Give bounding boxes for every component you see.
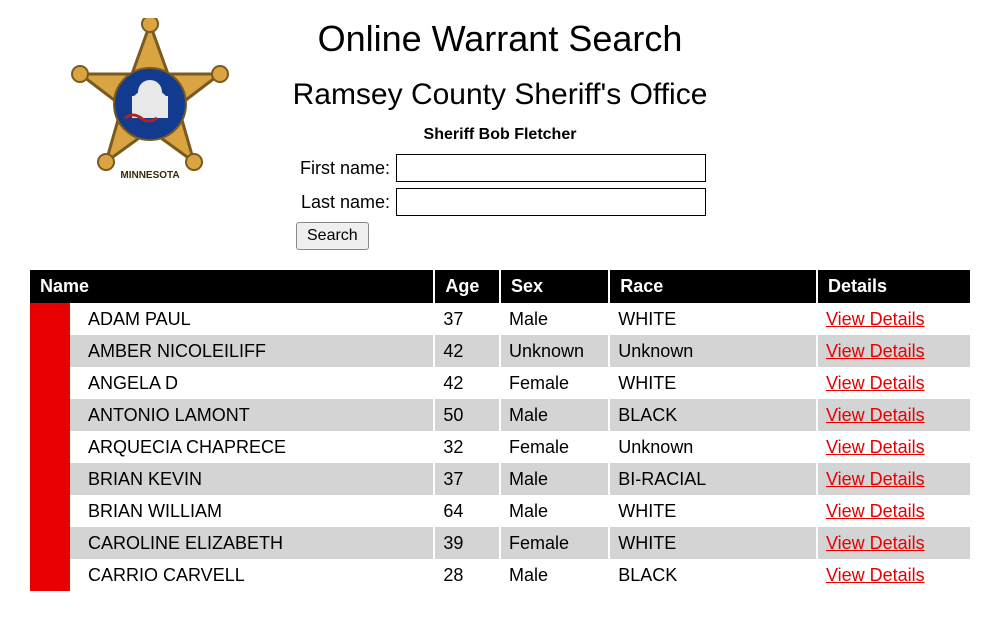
cell-race: BLACK xyxy=(609,399,817,431)
cell-race: WHITE xyxy=(609,303,817,335)
cell-sex: Female xyxy=(500,431,609,463)
cell-name: BRIAN WILLIAM xyxy=(30,495,434,527)
cell-sex: Female xyxy=(500,367,609,399)
name-text: BRIAN WILLIAM xyxy=(88,501,222,522)
redaction-block xyxy=(30,399,70,431)
redaction-block xyxy=(30,335,70,367)
col-header-name: Name xyxy=(30,270,434,303)
cell-race: Unknown xyxy=(609,431,817,463)
redaction-block xyxy=(30,303,70,335)
sheriff-badge-logo: MINNESOTA xyxy=(70,18,230,198)
cell-details: View Details xyxy=(817,335,970,367)
cell-race: Unknown xyxy=(609,335,817,367)
last-name-label: Last name: xyxy=(210,192,396,213)
cell-age: 32 xyxy=(434,431,500,463)
name-text: BRIAN KEVIN xyxy=(88,469,202,490)
cell-details: View Details xyxy=(817,559,970,591)
col-header-age: Age xyxy=(434,270,500,303)
view-details-link[interactable]: View Details xyxy=(826,437,925,457)
col-header-details: Details xyxy=(817,270,970,303)
col-header-race: Race xyxy=(609,270,817,303)
cell-age: 42 xyxy=(434,367,500,399)
cell-sex: Male xyxy=(500,303,609,335)
name-text: CAROLINE ELIZABETH xyxy=(88,533,283,554)
cell-age: 39 xyxy=(434,527,500,559)
table-row: ARQUECIA CHAPRECE 32FemaleUnknown View Det… xyxy=(30,431,970,463)
badge-state-text: MINNESOTA xyxy=(120,170,179,181)
cell-details: View Details xyxy=(817,431,970,463)
cell-age: 50 xyxy=(434,399,500,431)
redaction-block xyxy=(30,527,70,559)
name-text: ANGELA D xyxy=(88,373,178,394)
table-row: ANGELA D 42FemaleWHITE View Details xyxy=(30,367,970,399)
table-row: BRIAN WILLIAM 64MaleWHITE View Details xyxy=(30,495,970,527)
table-row: ADAM PAUL 37MaleWHITE View Details xyxy=(30,303,970,335)
view-details-link[interactable]: View Details xyxy=(826,501,925,521)
cell-details: View Details xyxy=(817,303,970,335)
cell-sex: Female xyxy=(500,527,609,559)
redaction-block xyxy=(30,495,70,527)
results-table: Name Age Sex Race Details ADAM PAUL37Mal… xyxy=(30,270,970,591)
first-name-input[interactable] xyxy=(396,154,706,182)
table-row: CARRIO CARVELL 28MaleBLACK View Details xyxy=(30,559,970,591)
cell-details: View Details xyxy=(817,463,970,495)
cell-name: CAROLINE ELIZABETH xyxy=(30,527,434,559)
table-row: BRIAN KEVIN 37MaleBI-RACIAL View Details xyxy=(30,463,970,495)
redaction-block xyxy=(30,367,70,399)
cell-age: 28 xyxy=(434,559,500,591)
table-row: AMBER NICOLEILIFF42UnknownUnknownView De… xyxy=(30,335,970,367)
view-details-link[interactable]: View Details xyxy=(826,469,925,489)
cell-details: View Details xyxy=(817,399,970,431)
cell-name: CARRIO CARVELL xyxy=(30,559,434,591)
name-text: CARRIO CARVELL xyxy=(88,565,245,586)
cell-name: BRIAN KEVIN xyxy=(30,463,434,495)
cell-race: WHITE xyxy=(609,527,817,559)
redaction-block xyxy=(30,431,70,463)
view-details-link[interactable]: View Details xyxy=(826,309,925,329)
cell-sex: Unknown xyxy=(500,335,609,367)
name-text: ARQUECIA CHAPRECE xyxy=(88,437,286,458)
view-details-link[interactable]: View Details xyxy=(826,405,925,425)
cell-race: WHITE xyxy=(609,495,817,527)
cell-age: 64 xyxy=(434,495,500,527)
view-details-link[interactable]: View Details xyxy=(826,565,925,585)
cell-sex: Male xyxy=(500,559,609,591)
cell-details: View Details xyxy=(817,495,970,527)
search-button[interactable]: Search xyxy=(296,222,369,250)
first-name-label: First name: xyxy=(210,158,396,179)
redaction-block xyxy=(30,559,70,591)
cell-age: 42 xyxy=(434,335,500,367)
cell-sex: Male xyxy=(500,463,609,495)
table-row: ANTONIO LAMONT 50MaleBLACK View Details xyxy=(30,399,970,431)
view-details-link[interactable]: View Details xyxy=(826,341,925,361)
cell-name: AMBER NICOLEILIFF xyxy=(30,335,434,367)
cell-details: View Details xyxy=(817,527,970,559)
cell-sex: Male xyxy=(500,399,609,431)
view-details-link[interactable]: View Details xyxy=(826,373,925,393)
view-details-link[interactable]: View Details xyxy=(826,533,925,553)
name-text: AMBER NICOLEILIFF xyxy=(88,341,266,362)
cell-race: BI-RACIAL xyxy=(609,463,817,495)
cell-age: 37 xyxy=(434,303,500,335)
col-header-sex: Sex xyxy=(500,270,609,303)
table-row: CAROLINE ELIZABETH 39FemaleWHITE View Deta… xyxy=(30,527,970,559)
cell-name: ARQUECIA CHAPRECE xyxy=(30,431,434,463)
cell-details: View Details xyxy=(817,367,970,399)
cell-race: WHITE xyxy=(609,367,817,399)
cell-name: ANGELA D xyxy=(30,367,434,399)
cell-name: ANTONIO LAMONT xyxy=(30,399,434,431)
name-text: ADAM PAUL xyxy=(88,309,191,330)
cell-sex: Male xyxy=(500,495,609,527)
redaction-block xyxy=(30,463,70,495)
last-name-input[interactable] xyxy=(396,188,706,216)
cell-name: ADAM PAUL xyxy=(30,303,434,335)
name-text: ANTONIO LAMONT xyxy=(88,405,250,426)
cell-race: BLACK xyxy=(609,559,817,591)
cell-age: 37 xyxy=(434,463,500,495)
